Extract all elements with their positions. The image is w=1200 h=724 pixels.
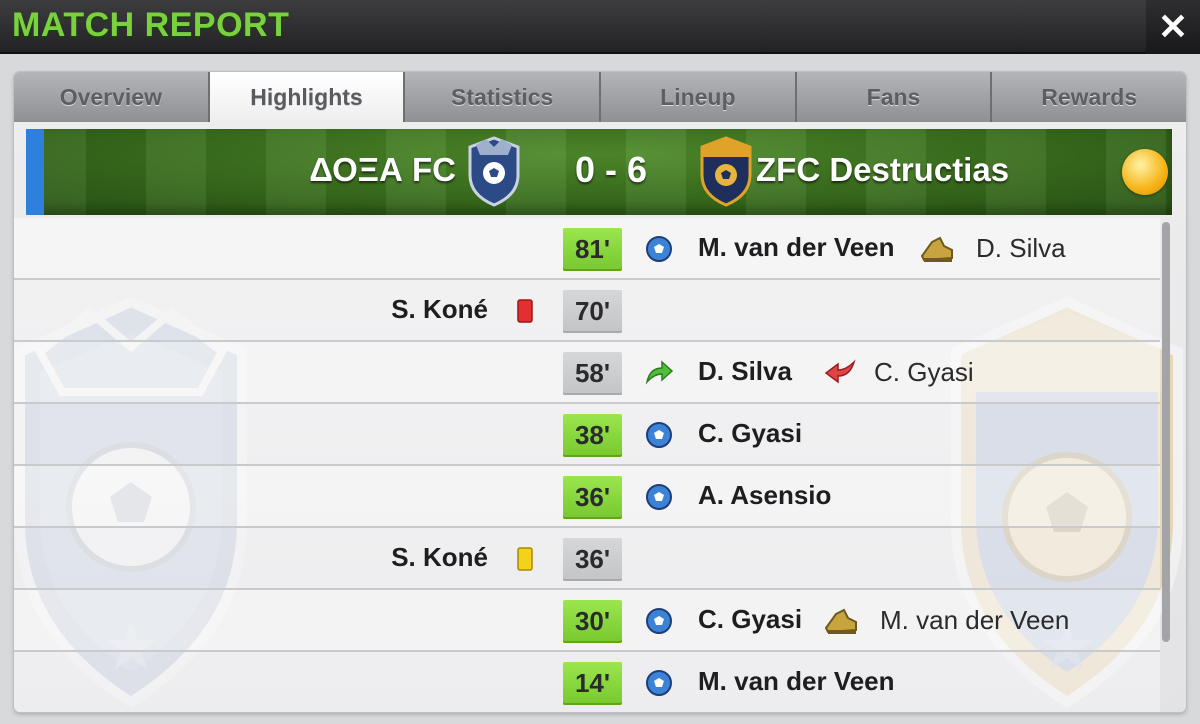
list-item: 14' M. van der Veen	[14, 652, 1160, 712]
tab-label: Fans	[866, 83, 921, 110]
goal-ball-icon	[646, 484, 672, 510]
home-crest-icon	[468, 136, 520, 207]
assist-boot-icon	[920, 236, 953, 262]
tab-highlights[interactable]: Highlights	[209, 72, 406, 122]
goal-ball-icon	[646, 236, 672, 262]
tab-label: Highlights	[250, 83, 363, 110]
event-player: D. Silva	[698, 356, 792, 386]
goal-ball-icon	[646, 608, 672, 634]
tab-label: Statistics	[451, 83, 554, 110]
header-bar: MATCH REPORT ✕	[0, 0, 1200, 54]
tab-fans[interactable]: Fans	[796, 72, 993, 122]
banner-accent	[26, 129, 44, 215]
event-minute: 36'	[563, 476, 622, 519]
away-crest-icon	[700, 136, 752, 207]
tab-label: Lineup	[660, 83, 736, 110]
event-minute: 14'	[563, 662, 622, 705]
yellow-card-icon	[517, 547, 533, 571]
event-player: A. Asensio	[698, 480, 832, 510]
tab-label: Rewards	[1041, 83, 1138, 110]
event-player: C. Gyasi	[698, 604, 803, 634]
event-player: C. Gyasi	[698, 418, 803, 448]
event-player: S. Koné	[391, 294, 488, 324]
match-report-panel: Overview Highlights Statistics Lineup Fa…	[14, 72, 1186, 712]
event-sub-off: C. Gyasi	[874, 357, 974, 387]
scroll-thumb[interactable]	[1162, 222, 1170, 642]
away-team-name: ZFC Destructias	[756, 151, 1010, 188]
list-item: 38' C. Gyasi	[14, 404, 1160, 466]
score-banner: ΔΟΞΑ FC 0 - 6 ZFC Destructias	[26, 129, 1172, 215]
event-minute: 81'	[563, 228, 622, 271]
home-team-name: ΔΟΞΑ FC	[309, 151, 456, 188]
sun-icon	[1122, 149, 1168, 195]
red-card-icon	[517, 299, 533, 323]
list-item: 81' M. van der Veen D. Silva	[14, 218, 1160, 280]
event-player: M. van der Veen	[698, 232, 895, 262]
event-minute: 58'	[563, 352, 622, 395]
event-minute: 70'	[563, 290, 622, 333]
close-button[interactable]: ✕	[1146, 0, 1200, 54]
list-item: S. Koné 36'	[14, 528, 1160, 590]
event-assist: M. van der Veen	[880, 605, 1070, 635]
list-scrollbar[interactable]	[1162, 222, 1170, 708]
tab-lineup[interactable]: Lineup	[601, 72, 797, 122]
score: 0 - 6	[574, 149, 648, 190]
event-player: M. van der Veen	[698, 666, 895, 696]
tab-bar: Overview Highlights Statistics Lineup Fa…	[14, 72, 1186, 122]
goal-ball-icon	[646, 670, 672, 696]
close-icon: ✕	[1157, 6, 1189, 47]
list-item: S. Koné 70'	[14, 280, 1160, 342]
highlights-list: 81' M. van der Veen D. Silva S. Koné 70'…	[14, 218, 1160, 712]
sub-out-arrow-icon	[824, 359, 856, 384]
event-minute: 36'	[563, 538, 622, 581]
tab-overview[interactable]: Overview	[14, 72, 210, 122]
tab-label: Overview	[59, 83, 162, 110]
goal-ball-icon	[646, 422, 672, 448]
tab-statistics[interactable]: Statistics	[405, 72, 602, 122]
event-minute: 30'	[563, 600, 622, 643]
list-item: 36' A. Asensio	[14, 466, 1160, 528]
page-title: MATCH REPORT	[12, 6, 290, 44]
list-item: 58' D. Silva C. Gyasi	[14, 342, 1160, 404]
sub-in-arrow-icon	[645, 360, 674, 385]
tab-rewards[interactable]: Rewards	[992, 72, 1186, 122]
event-minute: 38'	[563, 414, 622, 457]
event-player: S. Koné	[391, 542, 488, 572]
list-item: 30' C. Gyasi M. van der Veen	[14, 590, 1160, 652]
assist-boot-icon	[824, 608, 857, 634]
event-assist: D. Silva	[976, 233, 1066, 263]
